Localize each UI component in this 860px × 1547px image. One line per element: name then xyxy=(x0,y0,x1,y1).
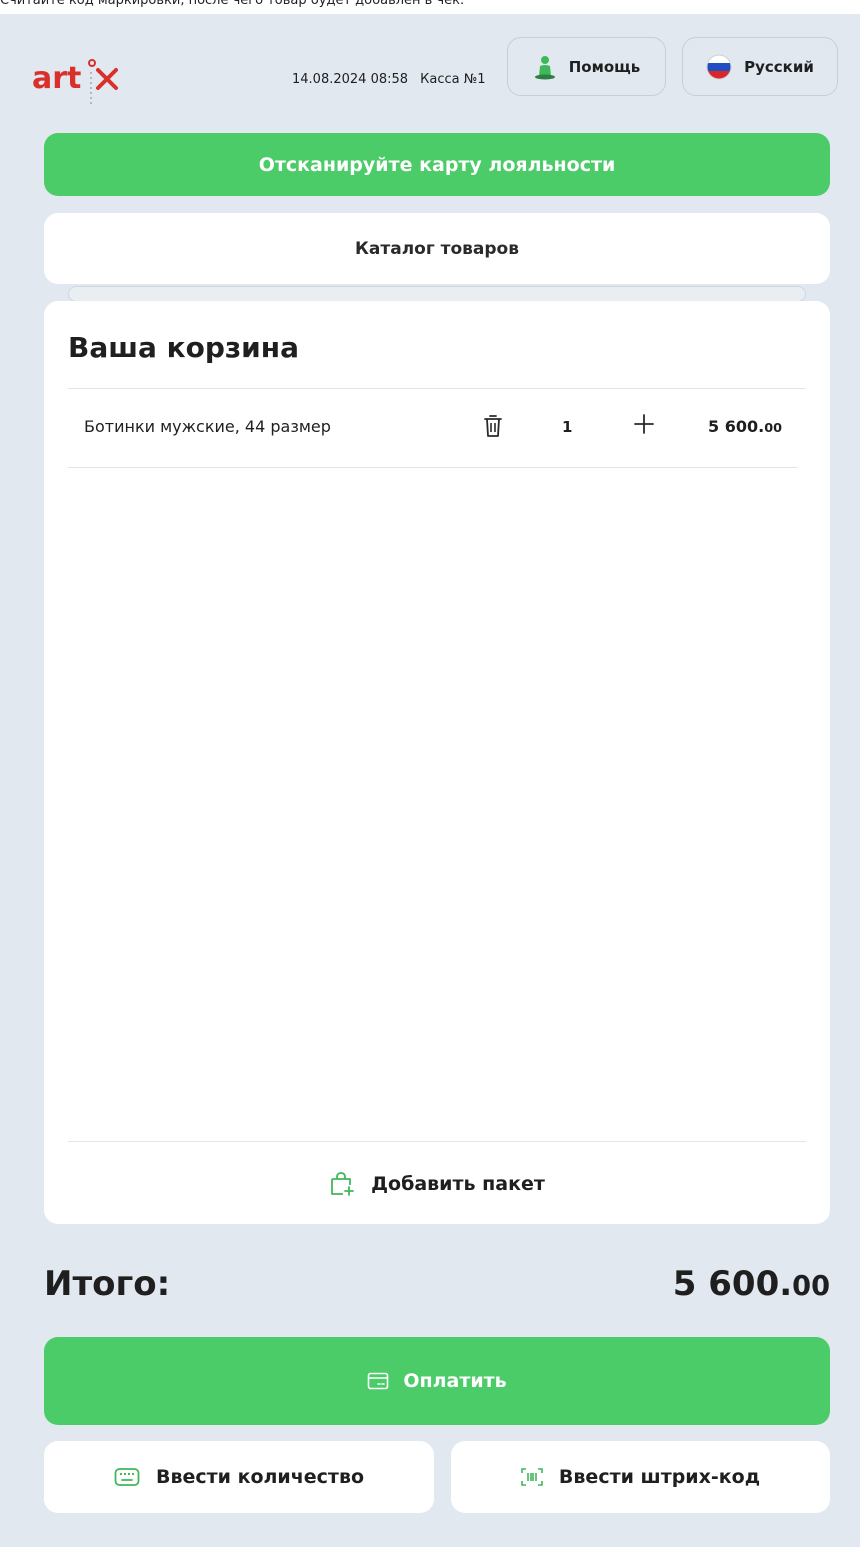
pay-label: Оплатить xyxy=(403,1370,507,1392)
bag-add-icon xyxy=(329,1171,355,1197)
person-help-icon xyxy=(533,54,557,80)
total-value: 5 600.00 xyxy=(673,1264,830,1304)
plus-icon[interactable] xyxy=(633,413,655,439)
item-name: Ботинки мужские, 44 размер xyxy=(84,417,331,436)
item-price: 5 600.00 xyxy=(708,417,782,436)
card-icon xyxy=(367,1372,389,1390)
pay-button[interactable]: Оплатить xyxy=(44,1337,830,1425)
keyboard-icon xyxy=(114,1467,140,1487)
item-price-main: 5 600. xyxy=(708,417,765,436)
enter-quantity-label: Ввести количество xyxy=(155,1466,365,1488)
register-text: Касса №1 xyxy=(420,72,486,87)
flag-russia-icon xyxy=(706,54,732,80)
catalog-panel-edge xyxy=(68,286,806,302)
artix-logo: art xyxy=(30,50,130,110)
header-info: 14.08.2024 08:58 Касса №1 xyxy=(292,72,494,87)
cart-panel: Ваша корзина Ботинки мужские, 44 размер … xyxy=(44,301,830,1224)
help-button[interactable]: Помощь xyxy=(507,37,666,96)
help-label: Помощь xyxy=(568,57,641,76)
total-value-cents: 00 xyxy=(792,1271,830,1302)
barcode-icon xyxy=(521,1467,543,1487)
cart-bottom-divider xyxy=(68,1141,806,1142)
cart-item: Ботинки мужские, 44 размер 1 5 600.00 xyxy=(68,389,798,467)
add-bag-button[interactable]: Добавить пакет xyxy=(44,1159,830,1209)
enter-barcode-label: Ввести штрих-код xyxy=(558,1466,761,1488)
product-catalog-button[interactable]: Каталог товаров xyxy=(44,213,830,284)
item-divider xyxy=(68,467,798,468)
trash-icon[interactable] xyxy=(483,414,503,442)
svg-text:art: art xyxy=(32,61,81,96)
enter-quantity-button[interactable]: Ввести количество xyxy=(44,1441,434,1513)
catalog-label: Каталог товаров xyxy=(355,238,519,259)
add-bag-label: Добавить пакет xyxy=(371,1173,545,1195)
language-button[interactable]: Русский xyxy=(682,37,838,96)
cart-title: Ваша корзина xyxy=(68,331,300,364)
total-value-main: 5 600. xyxy=(672,1264,793,1304)
datetime-text: 14.08.2024 08:58 xyxy=(292,72,409,87)
enter-barcode-button[interactable]: Ввести штрих-код xyxy=(451,1441,830,1513)
kiosk-screen: art 14.08.2024 08:58 Касса №1 Помощь Рус… xyxy=(0,14,860,1547)
item-quantity: 1 xyxy=(562,418,573,436)
total-label: Итого: xyxy=(44,1264,171,1304)
language-label: Русский xyxy=(744,57,814,76)
scan-loyalty-card-button[interactable]: Отсканируйте карту лояльности xyxy=(44,133,830,196)
scan-hint: Считайте код маркировки, после чего това… xyxy=(0,0,465,8)
item-price-cents: 00 xyxy=(764,421,782,436)
loyalty-label: Отсканируйте карту лояльности xyxy=(258,153,616,176)
